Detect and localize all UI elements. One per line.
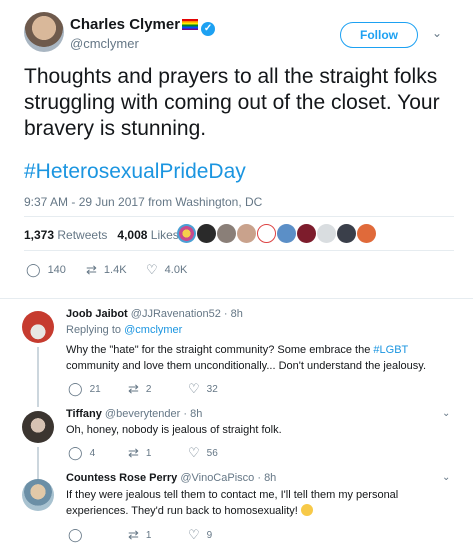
heart-icon: ♡: [188, 445, 200, 460]
liker-avatar[interactable]: [197, 224, 216, 243]
reply-text: Oh, honey, nobody is jealous of straight…: [66, 424, 282, 436]
reply-author-name[interactable]: Joob Jaibot: [66, 308, 128, 320]
divider: [24, 216, 454, 217]
reply-author-handle[interactable]: @JJRavenation52: [131, 308, 221, 320]
reply-author-handle[interactable]: @beverytender: [105, 408, 180, 420]
heart-icon: ♡: [146, 262, 158, 277]
retweet-button[interactable]: ⇄ 1: [128, 527, 151, 543]
reply-header: Joob Jaibot @JJRavenation52 · 8h: [66, 308, 243, 320]
reply-header: Tiffany @beverytender · 8h: [66, 408, 203, 420]
liker-avatar[interactable]: [277, 224, 296, 243]
main-tweet: Charles Clymer ✓ @cmclymer Follow ⌄ Thoug…: [0, 0, 473, 298]
liker-avatar[interactable]: [337, 224, 356, 243]
divider: [24, 250, 454, 251]
verified-badge-icon: ✓: [201, 22, 216, 36]
replies-section: Joob Jaibot @JJRavenation52 · 8h Replyin…: [0, 298, 473, 546]
reply-header: Countess Rose Perry @VinoCaPisco · 8h: [66, 472, 277, 484]
reply-button[interactable]: ◯ 140: [26, 262, 66, 278]
chevron-down-icon[interactable]: ⌄: [432, 26, 442, 40]
tweet-timestamp[interactable]: 9:37 AM - 29 Jun 2017 from Washington, D…: [24, 195, 262, 209]
retweets-stat[interactable]: 1,373 Retweets: [24, 228, 107, 242]
liker-avatar[interactable]: [237, 224, 256, 243]
reply-button[interactable]: ◯: [68, 527, 90, 543]
author-avatar[interactable]: [24, 12, 64, 52]
tweet-hashtag-link[interactable]: #HeterosexualPrideDay: [24, 160, 246, 184]
retweet-icon: ⇄: [128, 381, 139, 396]
reply-icon: ◯: [68, 445, 83, 460]
likes-stat[interactable]: 4,008 Likes: [117, 228, 178, 242]
retweet-button[interactable]: ⇄ 1.4K: [86, 262, 127, 278]
reply-author-name[interactable]: Countess Rose Perry: [66, 472, 177, 484]
retweet-button[interactable]: ⇄ 2: [128, 381, 151, 397]
reply-avatar[interactable]: [22, 411, 54, 443]
liker-avatar[interactable]: [177, 224, 196, 243]
reply-time[interactable]: 8h: [264, 472, 276, 484]
chevron-down-icon[interactable]: ⌄: [442, 408, 450, 419]
author-handle[interactable]: @cmclymer: [70, 36, 139, 51]
author-name[interactable]: Charles Clymer: [70, 16, 180, 33]
retweet-button[interactable]: ⇄ 1: [128, 445, 151, 461]
reply-button[interactable]: ◯ 21: [68, 381, 101, 397]
reply-icon: ◯: [26, 262, 41, 277]
like-button[interactable]: ♡ 56: [188, 445, 218, 461]
retweet-icon: ⇄: [128, 445, 139, 460]
reply-author-name[interactable]: Tiffany: [66, 408, 102, 420]
follow-button[interactable]: Follow: [340, 22, 418, 48]
reply-icon: ◯: [68, 527, 83, 542]
retweet-icon: ⇄: [128, 527, 139, 542]
author-name-row[interactable]: Charles Clymer ✓: [70, 16, 216, 36]
reply-time[interactable]: 8h: [190, 408, 202, 420]
liker-avatar[interactable]: [217, 224, 236, 243]
hashtag-link[interactable]: #LGBT: [373, 344, 408, 356]
replying-to: Replying to @cmclymer: [66, 324, 183, 336]
reply-text: If they were jealous tell them to contac…: [66, 489, 399, 517]
reply-icon: ◯: [68, 381, 83, 396]
tweet-text: Thoughts and prayers to all the straight…: [24, 65, 440, 140]
reply-avatar[interactable]: [22, 311, 54, 343]
reply-button[interactable]: ◯ 4: [68, 445, 95, 461]
heart-icon: ♡: [188, 381, 200, 396]
liker-avatar[interactable]: [257, 224, 276, 243]
like-button[interactable]: ♡ 4.0K: [146, 262, 187, 278]
liker-avatar[interactable]: [317, 224, 336, 243]
thread-line: [37, 347, 39, 407]
reply-text: Why the "hate" for the straight communit…: [66, 344, 427, 372]
reply-avatar[interactable]: [22, 479, 54, 511]
like-button[interactable]: ♡ 9: [188, 527, 212, 543]
reply-author-handle[interactable]: @VinoCaPisco: [180, 472, 254, 484]
replying-to-link[interactable]: @cmclymer: [124, 324, 182, 336]
chevron-down-icon[interactable]: ⌄: [442, 472, 450, 483]
grinning-emoji-icon: [300, 504, 313, 516]
engagement-stats: 1,373 Retweets 4,008 Likes: [24, 228, 179, 242]
like-button[interactable]: ♡ 32: [188, 381, 218, 397]
retweet-icon: ⇄: [86, 262, 97, 277]
liker-avatar[interactable]: [357, 224, 376, 243]
heart-icon: ♡: [188, 527, 200, 542]
liker-avatar[interactable]: [297, 224, 316, 243]
reply-time[interactable]: 8h: [231, 308, 243, 320]
rainbow-flag-icon: [182, 19, 199, 30]
